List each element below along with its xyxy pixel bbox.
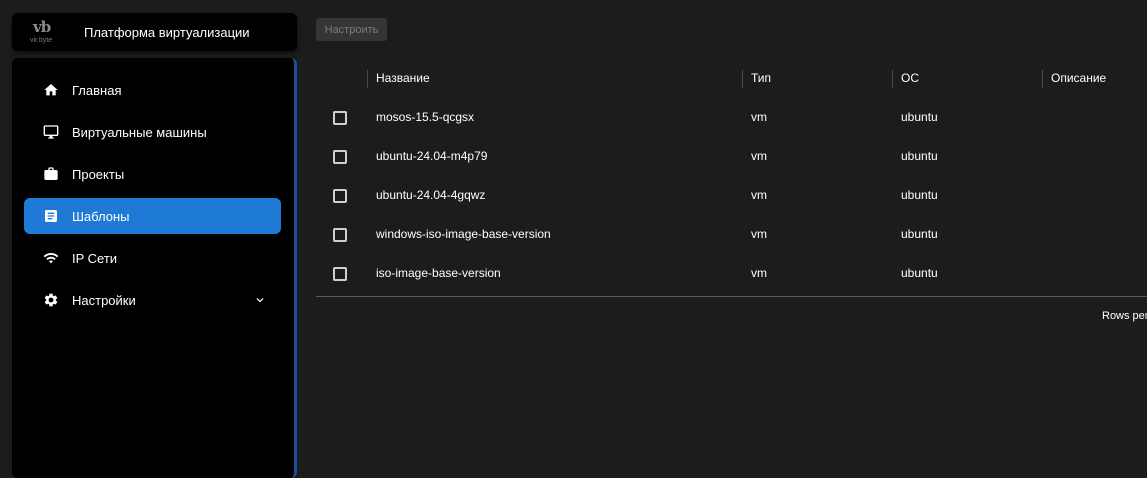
cell-os: ubuntu	[901, 110, 938, 124]
column-divider[interactable]	[892, 70, 893, 88]
templates-table: Название Тип ОС Описание mosos-15.5-qcgs…	[316, 58, 1147, 293]
cell-name: ubuntu-24.04-4gqwz	[376, 188, 486, 202]
monitor-icon	[43, 125, 59, 139]
sidebar-item-label: IP Сети	[72, 251, 118, 266]
table-divider	[316, 296, 1147, 297]
cell-name: windows-iso-image-base-version	[376, 227, 551, 241]
sidebar-item-home[interactable]: Главная	[24, 72, 281, 108]
sidebar: Главная Виртуальные машины Проекты Шабло…	[12, 58, 297, 478]
app-title: Платформа виртуализации	[84, 25, 250, 40]
logo-text: vir.byte	[30, 37, 53, 44]
cell-type: vm	[751, 149, 767, 163]
cell-os: ubuntu	[901, 227, 938, 241]
cell-os: ubuntu	[901, 266, 938, 280]
cell-name: iso-image-base-version	[376, 266, 501, 280]
chevron-down-icon[interactable]	[253, 293, 267, 307]
cell-type: vm	[751, 266, 767, 280]
configure-button[interactable]: Настроить	[316, 18, 387, 41]
brand-header: vb vir.byte Платформа виртуализации	[12, 13, 297, 51]
row-checkbox[interactable]	[333, 111, 347, 125]
home-icon	[44, 84, 58, 96]
rows-per-page-label: Rows per	[1102, 310, 1147, 322]
document-icon	[45, 210, 57, 222]
column-header-description[interactable]: Описание	[1051, 71, 1106, 85]
column-divider[interactable]	[742, 70, 743, 88]
row-checkbox[interactable]	[333, 228, 347, 242]
sidebar-item-label: Виртуальные машины	[72, 125, 207, 140]
table-row[interactable]: ubuntu-24.04-4gqwz vm ubuntu	[316, 176, 1147, 215]
cell-type: vm	[751, 110, 767, 124]
sidebar-item-ip-networks[interactable]: IP Сети	[24, 240, 281, 276]
column-header-name[interactable]: Название	[376, 71, 430, 85]
sidebar-item-label: Шаблоны	[72, 209, 130, 224]
column-divider[interactable]	[1042, 70, 1043, 88]
sidebar-item-label: Проекты	[72, 167, 125, 182]
cell-os: ubuntu	[901, 188, 938, 202]
sidebar-item-label: Настройки	[72, 293, 136, 308]
cell-name: mosos-15.5-qcgsx	[376, 110, 475, 124]
cell-os: ubuntu	[901, 149, 938, 163]
table-row[interactable]: mosos-15.5-qcgsx vm ubuntu	[316, 98, 1147, 137]
table-row[interactable]: ubuntu-24.04-m4p79 vm ubuntu	[316, 137, 1147, 176]
row-checkbox[interactable]	[333, 150, 347, 164]
column-divider[interactable]	[367, 70, 368, 88]
row-checkbox[interactable]	[333, 189, 347, 203]
logo: vb vir.byte	[30, 18, 68, 46]
column-header-os[interactable]: ОС	[901, 71, 919, 85]
cell-type: vm	[751, 227, 767, 241]
table-header: Название Тип ОС Описание	[316, 58, 1147, 98]
cell-type: vm	[751, 188, 767, 202]
column-header-type[interactable]: Тип	[751, 71, 771, 85]
sidebar-item-virtual-machines[interactable]: Виртуальные машины	[24, 114, 281, 150]
table-row[interactable]: iso-image-base-version vm ubuntu	[316, 254, 1147, 293]
logo-mark: vb	[33, 18, 51, 36]
sidebar-item-projects[interactable]: Проекты	[24, 156, 281, 192]
sidebar-item-templates[interactable]: Шаблоны	[24, 198, 281, 234]
table-row[interactable]: windows-iso-image-base-version vm ubuntu	[316, 215, 1147, 254]
row-checkbox[interactable]	[333, 267, 347, 281]
sidebar-item-label: Главная	[72, 83, 122, 98]
sidebar-item-settings[interactable]: Настройки	[24, 282, 281, 318]
cell-name: ubuntu-24.04-m4p79	[376, 149, 488, 163]
briefcase-icon	[44, 167, 58, 180]
gear-icon	[44, 293, 58, 307]
wifi-icon	[43, 252, 59, 264]
